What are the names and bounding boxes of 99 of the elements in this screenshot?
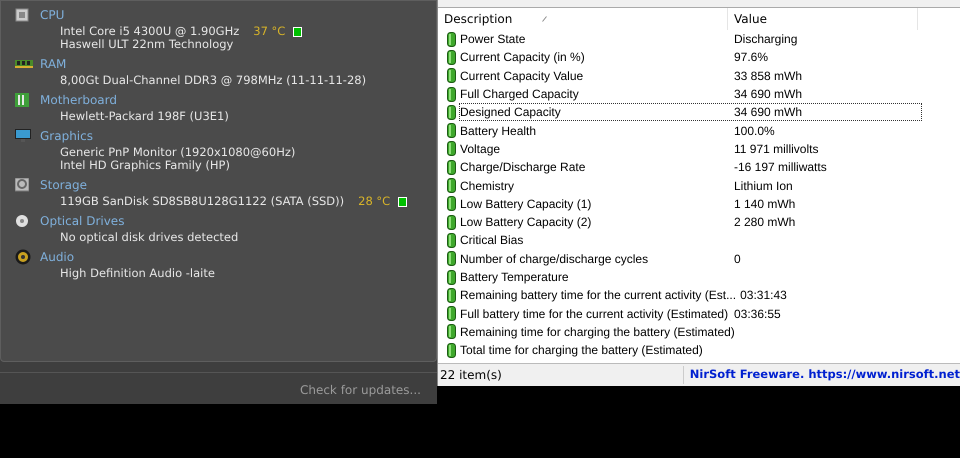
table-row[interactable]: Total time for charging the battery (Estimated) — [459, 341, 922, 360]
value-cell-text: -16 197 milliwatts — [734, 159, 827, 176]
value-cell-text: 2 280 mWh — [734, 214, 796, 232]
description-cell-text: Chemistry — [460, 178, 516, 195]
column-header[interactable]: Description — [438, 8, 728, 30]
section-title: Motherboard — [40, 92, 117, 109]
section-title: Optical Drives — [40, 213, 124, 230]
temperature-reading: 28 °C — [358, 192, 390, 210]
battery-icon — [447, 123, 456, 138]
battery-icon — [447, 32, 456, 47]
description-cell-text: Current Capacity Value — [460, 68, 584, 85]
table-row[interactable]: Current Capacity Value 33 858 mWh — [459, 66, 922, 85]
table-row[interactable]: Full Charged Capacity 34 690 mWh — [459, 84, 922, 104]
section-title: CPU — [40, 7, 64, 24]
description-cell-text: Full battery time for the current activity (Estimated) — [460, 306, 730, 323]
description-cell-text: Remaining battery time for the current activity (Est... — [460, 287, 738, 304]
battery-icon — [447, 306, 456, 322]
description-cell-text: Total time for charging the battery (Estimated) — [460, 342, 704, 360]
nirsoft-link[interactable]: NirSoft Freeware. https://www.nirsoft.net — [684, 366, 960, 384]
battery-icon — [447, 178, 456, 194]
description-cell-text: Designed Capacity — [460, 104, 562, 122]
table-row[interactable]: Charge/Discharge Rate -16 197 milliwatts — [459, 158, 922, 176]
hardware-detail: 8,00Gt Dual-Channel DDR3 @ 798MHz (11-11-11-28) — [60, 72, 366, 89]
battery-icon — [447, 141, 456, 156]
value-cell-text: 100.0% — [734, 122, 775, 140]
section-title: RAM — [40, 56, 66, 73]
battery-icon — [447, 86, 456, 102]
hardware-detail: Generic PnP Monitor (1920x1080@60Hz) — [60, 144, 296, 160]
value-cell-text: 1 140 mWh — [734, 196, 796, 213]
table-row[interactable]: Remaining battery time for the current activity (Est... 03:31:43 — [459, 286, 922, 304]
hardware-detail: Intel Core i5 4300U @ 1.90GHz — [60, 22, 240, 39]
description-cell-text: Power State — [460, 31, 526, 48]
disc-icon — [15, 214, 29, 228]
table-row[interactable]: Battery Temperature — [459, 268, 922, 286]
table-row[interactable]: Full battery time for the current activity (Estimated) 03:36:55 — [459, 304, 922, 323]
table-row[interactable]: Critical Bias — [459, 231, 922, 250]
value-cell-text: 34 690 mWh — [734, 104, 802, 122]
chip-icon — [15, 8, 29, 22]
battery-icon — [447, 342, 456, 358]
value-cell-text: 34 690 mWh — [734, 86, 802, 104]
hardware-detail: Intel HD Graphics Family (HP) — [60, 158, 230, 174]
table-row[interactable]: Remaining time for charging the battery (Estimated) — [459, 322, 922, 342]
description-cell-text: Battery Temperature — [460, 269, 570, 286]
hardware-detail: 119GB SanDisk SD8SB8U128G1122 (SATA (SSD)) — [60, 192, 344, 210]
value-cell-text: 97.6% — [734, 49, 768, 66]
description-cell-text: Current Capacity (in %) — [460, 49, 586, 66]
memory-stick-icon — [15, 59, 33, 69]
value-cell-text: 03:36:55 — [734, 306, 781, 323]
circuit-board-icon — [15, 93, 29, 107]
table-row[interactable]: Battery Health 100.0% — [459, 121, 922, 140]
column-header[interactable]: Value — [728, 8, 918, 30]
description-cell-text: Remaining time for charging the battery (Estimated) — [460, 324, 736, 341]
section-title: Audio — [40, 249, 74, 266]
hardware-detail: Hewlett-Packard 198F (U3E1) — [60, 108, 229, 125]
description-cell-text: Charge/Discharge Rate — [460, 159, 586, 176]
battery-icon — [447, 50, 456, 65]
battery-icon — [447, 324, 456, 340]
battery-icon — [447, 214, 456, 230]
item-count: 22 item(s) — [438, 366, 684, 384]
hardware-detail: No optical disk drives detected — [60, 228, 238, 246]
description-cell-text: Low Battery Capacity (2) — [460, 214, 592, 232]
section-title: Graphics — [40, 128, 93, 145]
hard-drive-icon — [15, 178, 29, 192]
value-cell-text: 33 858 mWh — [734, 68, 802, 85]
battery-icon — [447, 288, 456, 303]
description-cell-text: Low Battery Capacity (1) — [460, 196, 592, 213]
value-cell-text: 03:31:43 — [740, 287, 787, 304]
temperature-reading: 37 °C — [253, 22, 286, 40]
battery-icon — [447, 251, 456, 266]
battery-icon — [447, 160, 456, 175]
speaker-icon — [15, 249, 31, 265]
table-row[interactable]: Low Battery Capacity (2) 2 280 mWh — [459, 212, 922, 232]
value-cell-text: 0 — [734, 250, 741, 268]
description-cell-text: Voltage — [460, 140, 502, 158]
table-row[interactable]: Chemistry Lithium Ion — [459, 176, 922, 195]
description-cell-text: Critical Bias — [460, 232, 524, 250]
table-row[interactable]: Voltage 11 971 millivolts — [459, 140, 922, 158]
hardware-detail: Haswell ULT 22nm Technology — [60, 36, 234, 53]
sort-icon — [542, 16, 548, 22]
monitor-icon — [15, 129, 31, 143]
table-row[interactable]: Number of charge/discharge cycles 0 — [459, 250, 922, 268]
check-updates-link[interactable]: Check for updates... — [300, 381, 421, 399]
value-cell-text: 11 971 millivolts — [734, 140, 818, 158]
battery-icon — [447, 196, 456, 212]
table-row[interactable]: Designed Capacity 34 690 mWh — [459, 103, 922, 122]
table-row[interactable]: Low Battery Capacity (1) 1 140 mWh — [459, 194, 922, 213]
description-cell-text: Number of charge/discharge cycles — [460, 250, 650, 268]
value-cell-text: Discharging — [734, 31, 798, 48]
battery-icon — [447, 232, 456, 248]
description-cell-text: Battery Health — [460, 122, 538, 140]
section-title: Storage — [40, 177, 87, 194]
hardware-detail: High Definition Audio -laite — [60, 264, 215, 282]
battery-icon — [447, 270, 456, 284]
value-cell-text: Lithium Ion — [734, 178, 793, 195]
battery-icon — [447, 104, 456, 120]
battery-icon — [447, 68, 456, 84]
description-cell-text: Full Charged Capacity — [460, 86, 580, 104]
table-row[interactable]: Power State Discharging — [459, 30, 922, 48]
table-row[interactable]: Current Capacity (in %) 97.6% — [459, 48, 922, 67]
